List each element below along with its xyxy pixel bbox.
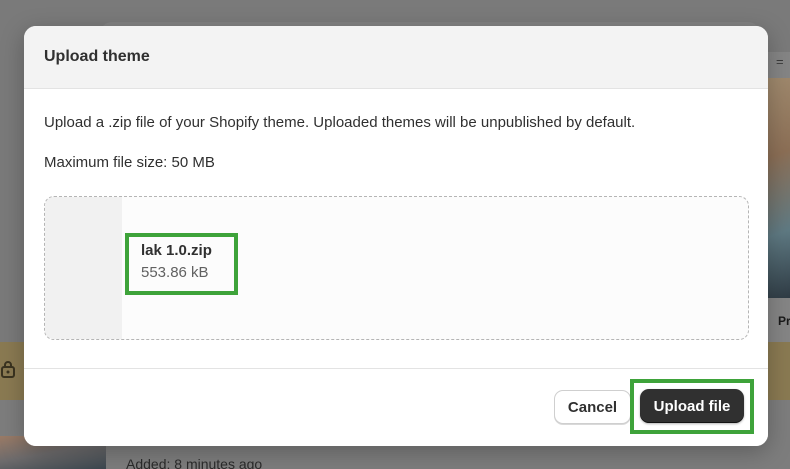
modal-header: Upload theme bbox=[24, 26, 768, 89]
modal-body: Upload a .zip file of your Shopify theme… bbox=[24, 114, 768, 172]
upload-description: Upload a .zip file of your Shopify theme… bbox=[44, 114, 636, 131]
file-size: 553.86 kB bbox=[141, 264, 209, 281]
modal-footer: Cancel Upload file bbox=[24, 368, 768, 446]
lock-icon bbox=[1, 361, 15, 378]
equals-icon: = bbox=[776, 54, 784, 69]
selected-file-info: lak 1.0.zip 553.86 kB bbox=[125, 233, 238, 295]
background-added-text: Added: 8 minutes ago bbox=[126, 456, 263, 469]
upload-file-button[interactable]: Upload file bbox=[640, 389, 744, 423]
upload-theme-modal: Upload theme Upload a .zip file of your … bbox=[24, 26, 768, 446]
file-name: lak 1.0.zip bbox=[141, 242, 212, 259]
background-label: Pr bbox=[778, 314, 790, 328]
cancel-button[interactable]: Cancel bbox=[554, 390, 631, 424]
file-thumbnail bbox=[45, 197, 122, 339]
max-file-size: Maximum file size: 50 MB bbox=[44, 154, 215, 171]
modal-title: Upload theme bbox=[44, 48, 150, 65]
upload-button-highlight: Upload file bbox=[630, 379, 754, 434]
background-theme-thumbnail bbox=[768, 78, 790, 298]
file-dropzone[interactable]: lak 1.0.zip 553.86 kB bbox=[44, 196, 749, 340]
